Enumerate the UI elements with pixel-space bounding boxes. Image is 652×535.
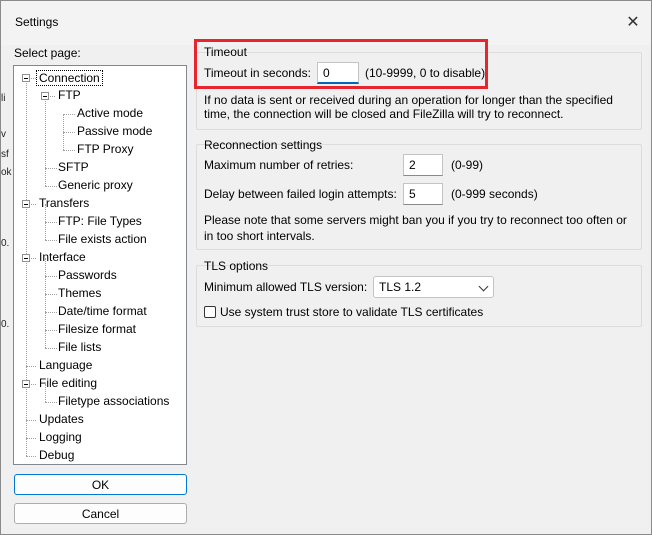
tree-item-ftp-proxy[interactable]: FTP Proxy — [77, 142, 133, 156]
tree-connector — [63, 150, 75, 151]
select-page-label: Select page: — [14, 46, 81, 60]
background-fragment: 0. — [1, 319, 10, 330]
tree-item-logging[interactable]: Logging — [39, 430, 82, 444]
tree-connector — [45, 276, 57, 277]
timeout-description-line1: If no data is sent or received during an… — [204, 93, 613, 107]
tree-connector — [26, 366, 36, 367]
tree-item-ftp[interactable]: FTP — [58, 88, 81, 102]
tree-item-language[interactable]: Language — [39, 358, 92, 372]
tree-connector — [45, 258, 46, 348]
tree-item-interface[interactable]: Interface — [39, 250, 86, 264]
tree-item-date-time-format[interactable]: Date/time format — [58, 304, 147, 318]
tree-item-filesize-format[interactable]: Filesize format — [58, 322, 136, 336]
ok-button[interactable]: OK — [14, 474, 187, 495]
tree-item-debug[interactable]: Debug — [39, 448, 74, 462]
background-fragment: sf — [1, 149, 9, 160]
tree-connector — [45, 312, 57, 313]
collapse-icon[interactable] — [22, 74, 30, 82]
window-title: Settings — [15, 15, 59, 29]
tree-connector — [63, 132, 75, 133]
cancel-button[interactable]: Cancel — [14, 503, 187, 524]
max-retries-hint: (0-99) — [451, 158, 484, 172]
reconnection-note-line1: Please note that some servers might ban … — [204, 213, 627, 227]
tree-item-connection[interactable]: Connection — [36, 70, 103, 86]
tree-item-active-mode[interactable]: Active mode — [77, 106, 143, 120]
chevron-down-icon — [478, 281, 489, 292]
tree-item-ftp-file-types[interactable]: FTP: File Types — [58, 214, 142, 228]
background-fragment: v — [1, 129, 6, 140]
tls-version-label: Minimum allowed TLS version: — [204, 280, 368, 294]
background-fragment: 0. — [1, 238, 10, 249]
delay-label: Delay between failed login attempts: — [204, 187, 397, 201]
collapse-icon[interactable] — [22, 254, 30, 262]
tls-version-select[interactable]: TLS 1.2 — [373, 276, 494, 298]
tree-item-transfers[interactable]: Transfers — [39, 196, 89, 210]
close-icon[interactable]: ✕ — [619, 9, 647, 37]
reconnection-note-line2: in too short intervals. — [204, 229, 315, 243]
settings-dialog: li v sf ok 0. 0. Settings ✕ Select page: — [0, 0, 652, 535]
highlight-box — [194, 39, 488, 89]
collapse-icon[interactable] — [41, 92, 49, 100]
tls-version-value: TLS 1.2 — [379, 280, 422, 294]
delay-input[interactable]: 5 — [403, 183, 443, 205]
tree-connector — [45, 294, 57, 295]
tree-item-sftp[interactable]: SFTP — [58, 160, 89, 174]
settings-tree[interactable]: Connection FTP Active mode Passive mode … — [13, 65, 187, 465]
tree-connector — [63, 114, 75, 115]
tree-item-file-editing[interactable]: File editing — [39, 376, 97, 390]
tree-item-file-lists[interactable]: File lists — [58, 340, 101, 354]
tree-connector — [26, 438, 36, 439]
background-fragment: li — [1, 93, 6, 104]
tree-item-themes[interactable]: Themes — [58, 286, 101, 300]
tree-connector — [45, 240, 57, 241]
tree-item-file-exists-action[interactable]: File exists action — [58, 232, 147, 246]
tree-connector — [26, 456, 36, 457]
reconnection-group-title: Reconnection settings — [204, 138, 323, 152]
background-fragment: ok — [1, 167, 12, 178]
tree-connector — [45, 96, 46, 186]
tree-connector — [45, 168, 57, 169]
tree-connector — [45, 186, 57, 187]
tree-connector — [26, 420, 36, 421]
trust-store-checkbox[interactable] — [204, 306, 216, 318]
delay-hint: (0-999 seconds) — [451, 187, 538, 201]
tree-connector — [45, 222, 57, 223]
max-retries-label: Maximum number of retries: — [204, 158, 354, 172]
tree-item-passwords[interactable]: Passwords — [58, 268, 117, 282]
tree-connector — [45, 330, 57, 331]
tree-item-generic-proxy[interactable]: Generic proxy — [58, 178, 133, 192]
tree-item-passive-mode[interactable]: Passive mode — [77, 124, 152, 138]
tree-connector — [45, 348, 57, 349]
tree-item-filetype-associations[interactable]: Filetype associations — [58, 394, 169, 408]
max-retries-input[interactable]: 2 — [403, 154, 443, 176]
tree-item-updates[interactable]: Updates — [39, 412, 84, 426]
trust-store-label[interactable]: Use system trust store to validate TLS c… — [220, 305, 483, 319]
collapse-icon[interactable] — [22, 380, 30, 388]
tree-connector — [45, 402, 57, 403]
tree-connector — [26, 76, 27, 456]
tls-group-title: TLS options — [204, 259, 269, 273]
timeout-description-line2: time, the connection will be closed and … — [204, 107, 564, 121]
collapse-icon[interactable] — [22, 200, 30, 208]
